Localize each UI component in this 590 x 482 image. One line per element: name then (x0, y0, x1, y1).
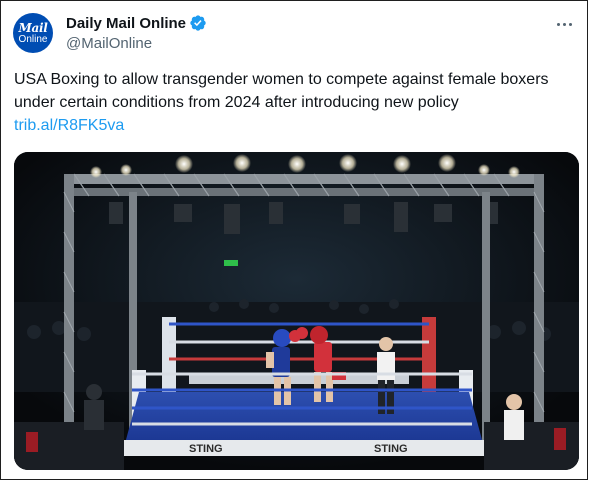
verified-badge-icon (190, 15, 206, 31)
handle[interactable]: @MailOnline (66, 35, 152, 52)
apron-sponsor-right: STING (374, 443, 408, 455)
tweet-link[interactable]: trib.al/R8FK5va (14, 114, 579, 137)
tweet-body: USA Boxing to allow transgender women to… (14, 71, 549, 111)
tweet-card[interactable]: Mail Online Daily Mail Online @MailOnlin… (0, 0, 588, 480)
tweet-text: USA Boxing to allow transgender women to… (14, 68, 579, 137)
avatar-logo-line1: Mail (18, 20, 48, 35)
apron-sponsor-left: STING (189, 443, 223, 455)
more-options-icon[interactable] (553, 13, 575, 35)
avatar-logo-line2: Online (18, 33, 48, 45)
boxing-ring-photo: STING STING (14, 152, 579, 470)
tweet-photo[interactable]: STING STING (14, 152, 579, 470)
author-name-row: Daily Mail Online (66, 14, 207, 32)
avatar[interactable]: Mail Online (13, 13, 53, 53)
display-name[interactable]: Daily Mail Online (66, 15, 186, 32)
